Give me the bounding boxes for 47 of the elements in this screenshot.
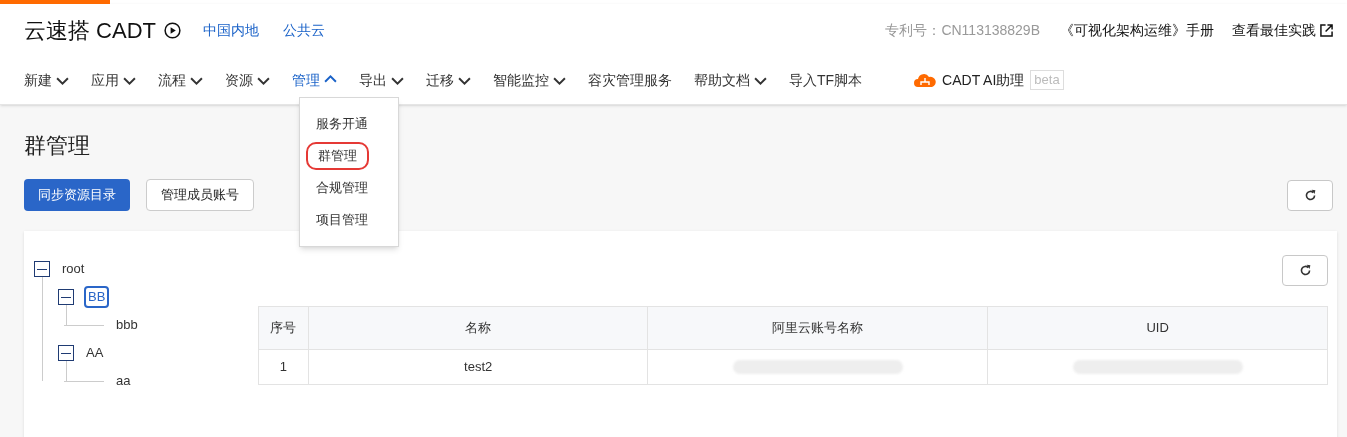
- sync-button[interactable]: 同步资源目录: [24, 179, 130, 211]
- play-icon[interactable]: [164, 21, 181, 39]
- tree-node-label[interactable]: BB: [84, 286, 110, 308]
- nav-menu-item[interactable]: 迁移: [426, 69, 471, 91]
- table-cell: 1: [258, 349, 309, 385]
- column-header: UID: [987, 306, 1328, 350]
- column-header: 序号: [258, 306, 309, 350]
- nav-menu-item[interactable]: 应用: [91, 69, 136, 91]
- app-title: 云速搭 CADT: [24, 16, 156, 45]
- nav-menu-item[interactable]: 导出: [359, 69, 404, 91]
- tree-node-label[interactable]: root: [60, 258, 87, 280]
- nav-menu-item[interactable]: 帮助文档: [694, 69, 767, 91]
- tree-node-label[interactable]: AA: [84, 342, 106, 364]
- collapse-toggle[interactable]: [58, 345, 74, 361]
- dropdown-menu-item[interactable]: 项目管理: [306, 206, 378, 234]
- table-cell: test2: [308, 349, 648, 385]
- ai-assistant-button[interactable]: CADT AI助理: [914, 69, 1025, 91]
- nav-menu-item[interactable]: 流程: [158, 69, 203, 91]
- region-link[interactable]: 中国内地: [203, 19, 259, 41]
- cloud-link[interactable]: 公共云: [283, 19, 325, 41]
- nav-menu-item[interactable]: 导入TF脚本: [789, 69, 863, 91]
- nav-menu-item[interactable]: 容灾管理服务: [588, 69, 672, 91]
- cloud-icon: [914, 72, 937, 88]
- member-accounts-button[interactable]: 管理成员账号: [146, 179, 254, 211]
- dropdown-menu-item[interactable]: 服务开通: [306, 110, 378, 138]
- tree-node-label[interactable]: bbb: [114, 314, 140, 336]
- column-header: 名称: [308, 306, 648, 350]
- refresh-icon: [1303, 188, 1317, 202]
- refresh-button[interactable]: [1282, 255, 1328, 286]
- nav-menu-item[interactable]: 新建: [24, 69, 69, 91]
- collapse-toggle[interactable]: [58, 289, 74, 305]
- nav-menu-item[interactable]: 智能监控: [493, 69, 566, 91]
- nav-menu-item[interactable]: 管理: [292, 69, 337, 91]
- dropdown-menu-item[interactable]: 群管理: [306, 142, 369, 170]
- collapse-toggle[interactable]: [34, 261, 50, 277]
- dropdown-menu-item[interactable]: 合规管理: [306, 174, 378, 202]
- best-practice-link[interactable]: 查看最佳实践: [1232, 19, 1333, 41]
- external-link-icon: [1320, 23, 1333, 37]
- column-header: 阿里云账号名称: [647, 306, 988, 350]
- manual-link[interactable]: 《可视化架构运维》手册: [1060, 19, 1214, 41]
- beta-badge: beta: [1030, 70, 1064, 90]
- patent-number: 专利号：CN113138829B: [885, 20, 1040, 40]
- nav-menu-item[interactable]: 资源: [225, 69, 270, 91]
- tree-node-label[interactable]: aa: [114, 370, 133, 392]
- refresh-icon: [1298, 264, 1312, 277]
- page-title: 群管理: [24, 132, 90, 160]
- refresh-button[interactable]: [1287, 179, 1333, 211]
